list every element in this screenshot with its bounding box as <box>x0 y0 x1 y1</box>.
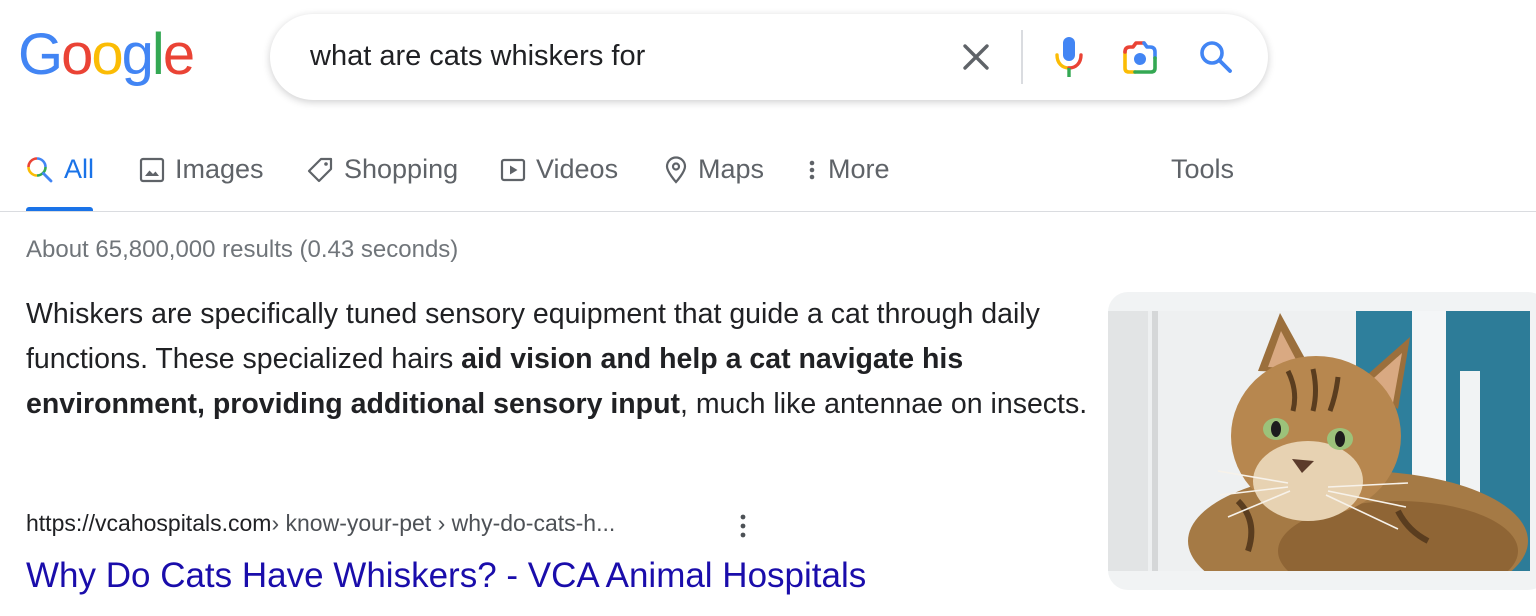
microphone-icon <box>1055 37 1083 77</box>
logo-letter: g <box>121 22 154 87</box>
google-logo[interactable]: Google <box>18 22 195 87</box>
tag-icon <box>307 157 333 182</box>
tab-shopping[interactable]: Shopping <box>306 154 458 185</box>
more-vert-icon <box>740 514 746 538</box>
snippet-text: , much like antennae on insects. <box>679 388 1088 420</box>
tab-more[interactable]: More <box>804 154 890 185</box>
tab-label: Maps <box>698 154 765 184</box>
result-title-link[interactable]: Why Do Cats Have Whiskers? - VCA Animal … <box>26 556 866 596</box>
tab-videos[interactable]: Videos <box>500 154 618 185</box>
tab-label: Videos <box>536 154 619 184</box>
tab-label: Images <box>175 154 264 184</box>
search-icon <box>1200 41 1232 73</box>
logo-letter: l <box>151 22 165 87</box>
voice-search-button[interactable] <box>1049 34 1089 80</box>
featured-snippet-text: Whiskers are specifically tuned sensory … <box>26 292 1096 427</box>
search-divider <box>1021 30 1023 84</box>
logo-letter: o <box>61 22 93 87</box>
logo-letter: o <box>91 22 123 87</box>
tab-maps[interactable]: Maps <box>664 154 764 185</box>
result-breadcrumbs: › know-your-pet › why-do-cats-h... <box>271 510 616 536</box>
image-icon <box>139 157 165 182</box>
result-stats: About 65,800,000 results (0.43 seconds) <box>26 236 459 263</box>
play-icon <box>500 158 526 181</box>
featured-snippet-image[interactable] <box>1108 292 1536 590</box>
search-bar[interactable]: what are cats whiskers for <box>270 14 1268 100</box>
tab-label: All <box>64 154 95 184</box>
more-vert-icon <box>809 160 815 179</box>
search-button[interactable] <box>1195 36 1237 78</box>
map-pin-icon <box>665 155 687 184</box>
cat-photo <box>1108 311 1530 571</box>
tab-label: More <box>828 154 890 184</box>
result-options-button[interactable] <box>734 512 752 540</box>
google-lens-button[interactable] <box>1119 36 1161 78</box>
clear-button[interactable] <box>956 37 996 77</box>
tab-label: Shopping <box>344 154 459 184</box>
tab-all[interactable]: All <box>26 154 94 185</box>
search-tabs: All Images Shopping Videos Maps More Too… <box>0 140 1536 212</box>
result-citation[interactable]: https://vcahospitals.com › know-your-pet… <box>26 510 615 537</box>
close-icon <box>963 44 989 70</box>
result-url: https://vcahospitals.com <box>26 510 272 536</box>
search-icon <box>27 156 53 182</box>
google-lens-icon <box>1123 41 1157 74</box>
logo-letter: G <box>18 22 63 87</box>
tools-button[interactable]: Tools <box>1171 154 1234 185</box>
logo-letter: e <box>162 22 195 87</box>
tabs-divider <box>0 211 1536 212</box>
tools-label: Tools <box>1171 154 1235 184</box>
tab-images[interactable]: Images <box>139 154 264 185</box>
search-input[interactable]: what are cats whiskers for <box>310 40 645 73</box>
